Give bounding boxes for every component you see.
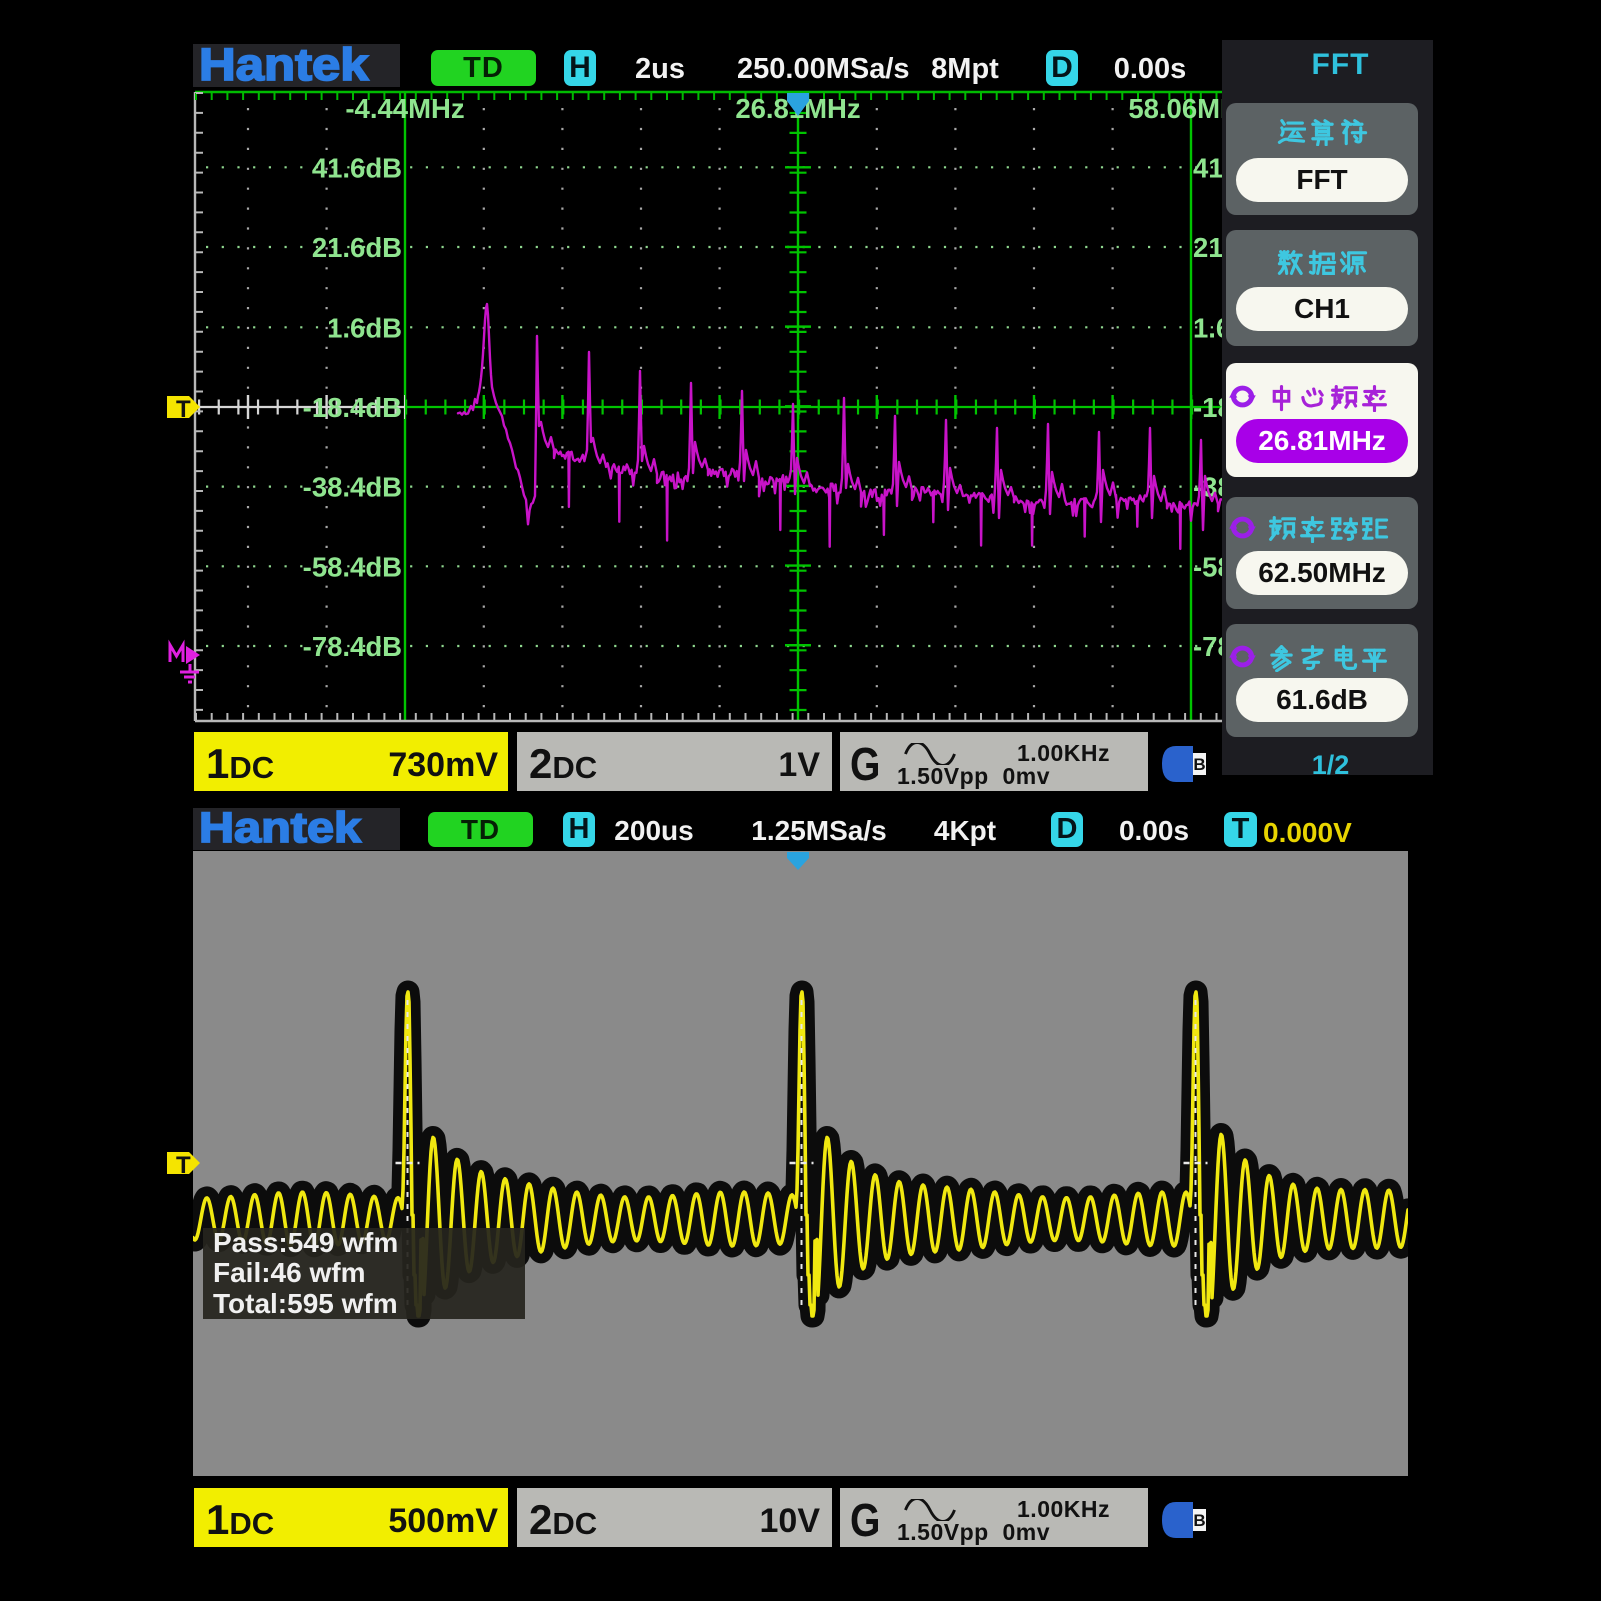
svg-text:T: T: [176, 396, 191, 423]
svg-text:-58.4dB: -58.4dB: [303, 551, 402, 582]
svg-text:1.6dB: 1.6dB: [327, 312, 402, 343]
svg-text:-4.44MHz: -4.44MHz: [345, 93, 464, 124]
svg-text:T: T: [176, 1152, 191, 1179]
svg-text:-78.4dB: -78.4dB: [303, 631, 402, 662]
svg-text:B: B: [1193, 755, 1205, 774]
svg-text:41.6dB: 41.6dB: [312, 152, 402, 183]
svg-text:21.6dB: 21.6dB: [312, 232, 402, 263]
svg-text:-18.4dB: -18.4dB: [303, 392, 402, 423]
svg-text:-38.4dB: -38.4dB: [303, 472, 402, 503]
svg-text:B: B: [1193, 1511, 1205, 1530]
